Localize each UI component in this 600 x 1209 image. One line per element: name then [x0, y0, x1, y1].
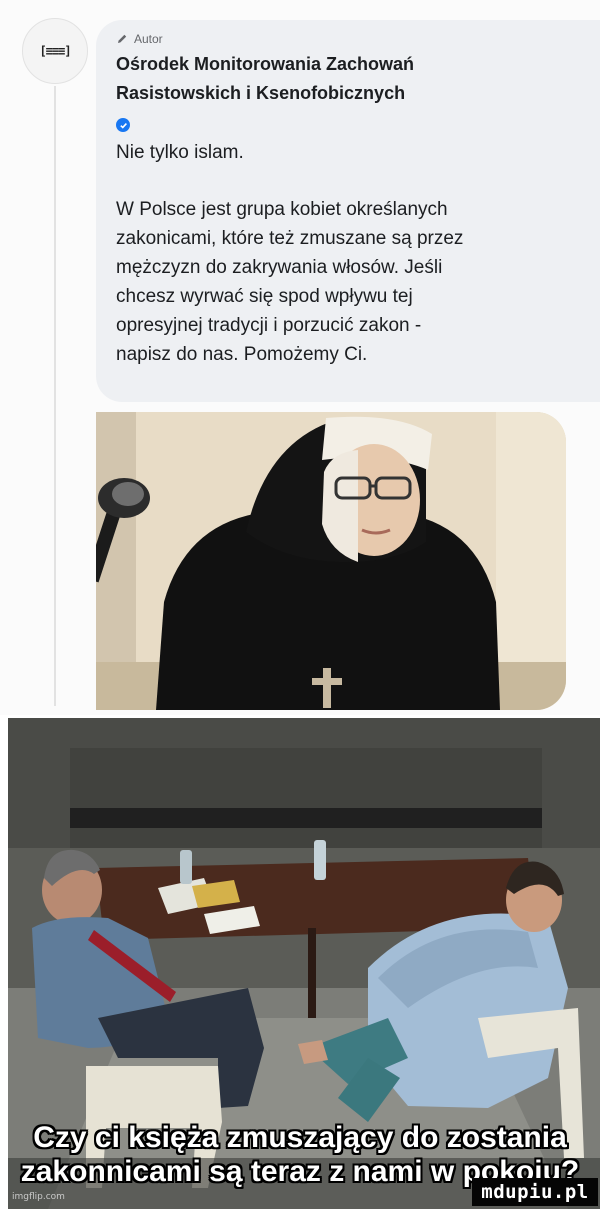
verified-badge-icon — [116, 118, 130, 132]
comment-line: Nie tylko islam. — [116, 142, 244, 163]
comment-text: Nie tylko islam. W Polsce jest grupa kob… — [116, 138, 590, 369]
comment-line: mężczyzn do zakrywania włosów. Jeśli — [116, 257, 443, 278]
page-name-line2: Rasistowskich i Ksenofobicznych — [116, 83, 406, 103]
page-avatar[interactable]: [≡≡≡] — [22, 18, 88, 84]
page-name-line1: Ośrodek Monitorowania Zachowań — [116, 54, 415, 74]
site-watermark[interactable]: mdupiu.pl — [472, 1178, 598, 1206]
pencil-icon — [118, 34, 127, 43]
author-label: Autor — [134, 32, 163, 46]
nun-photo[interactable] — [96, 412, 566, 710]
comment-line: opresyjnej tradycji i porzucić zakon - — [116, 315, 422, 336]
comment-line: zakonicami, które też zmuszane są przez — [116, 228, 464, 249]
nun-illustration — [96, 412, 566, 710]
comment-line: chcesz wyrwać się spod wpływu tej — [116, 286, 413, 307]
meme-caption-top: Czy ci księża zmuszający do zostania — [33, 1121, 567, 1154]
facebook-comment: [≡≡≡] Autor Ośrodek Monitorowania Zachow… — [0, 0, 600, 715]
comment-line: W Polsce jest grupa kobiet określanych — [116, 199, 448, 220]
imgflip-credit: imgflip.com — [12, 1192, 65, 1202]
page-name[interactable]: Ośrodek Monitorowania Zachowań Rasistows… — [116, 50, 536, 108]
comment-line: napisz do nas. Pomożemy Ci. — [116, 344, 368, 365]
thread-line — [54, 86, 56, 706]
logo-icon: [≡≡≡] — [39, 44, 71, 58]
author-badge: Autor — [116, 32, 163, 46]
